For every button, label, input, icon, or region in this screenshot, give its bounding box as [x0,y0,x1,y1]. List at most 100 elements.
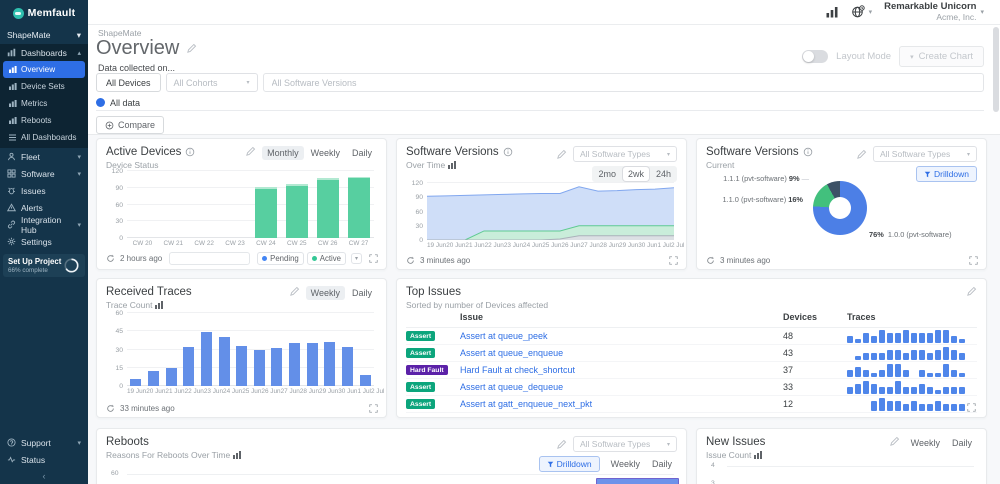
reboot-bar[interactable] [596,478,679,484]
sidebar-item-alerts[interactable]: Alerts [0,199,88,216]
bar-20-jun[interactable] [148,313,159,386]
software-types-select[interactable]: All Software Types ▾ [873,146,977,162]
bar-22-jun[interactable] [183,313,194,386]
info-icon[interactable] [803,147,813,157]
drilldown-button[interactable]: Drilldown [916,166,977,182]
bar-cw-21[interactable] [162,171,184,238]
expand-icon[interactable] [369,404,378,413]
sidebar-item-fleet[interactable]: Fleet▾ [0,148,88,165]
bar-19-jun[interactable] [130,313,141,386]
sidebar-item-dashboards[interactable]: Dashboards ▴ [0,44,88,61]
range-2wk-button[interactable]: 2wk [623,167,649,181]
bar-30-jun[interactable] [324,313,335,386]
edit-chart-icon[interactable] [245,146,256,157]
sidebar-item-overview[interactable]: Overview [3,61,85,78]
edit-chart-icon[interactable] [889,436,900,447]
scrollbar[interactable] [993,27,999,482]
all-data-radio[interactable] [96,98,105,107]
bar-26-jun[interactable] [254,313,265,386]
edit-chart-icon[interactable] [856,149,867,160]
compare-button[interactable]: Compare [96,116,164,134]
range-daily-button[interactable]: Daily [947,436,977,450]
globe-clock-icon[interactable] [851,5,865,19]
range-daily-button[interactable]: Daily [647,457,677,471]
range-24h-button[interactable]: 24h [651,167,676,181]
sidebar-item-label: Fleet [21,152,40,162]
sidebar-item-metrics[interactable]: Metrics [3,95,85,112]
expand-icon[interactable] [369,254,378,263]
bar-2-jul[interactable] [360,313,371,386]
app-logo[interactable]: Memfault [0,0,88,26]
create-chart-button[interactable]: ▾ Create Chart [899,46,984,67]
range-daily-button[interactable]: Daily [347,146,377,160]
bar-cw-27[interactable] [348,171,370,238]
cohorts-select[interactable]: All Cohorts ▾ [166,73,258,92]
bar-cw-20[interactable] [131,171,153,238]
drilldown-button[interactable]: Drilldown [539,456,600,472]
chevron-down-icon: ▾ [667,441,670,448]
range-weekly-button[interactable]: Weekly [606,457,645,471]
info-icon[interactable] [185,147,195,157]
range-weekly-button[interactable]: Weekly [906,436,945,450]
edit-chart-icon[interactable] [966,286,977,297]
bar-cw-23[interactable] [224,171,246,238]
issue-link[interactable]: Assert at queue_dequeue [460,382,783,392]
bar-28-jun[interactable] [289,313,300,386]
bar-29-jun[interactable] [307,313,318,386]
issue-link[interactable]: Assert at queue_peek [460,331,783,341]
project-selector[interactable]: ShapeMate ▾ [0,26,88,44]
expand-icon[interactable] [967,403,976,412]
bar-cw-26[interactable] [317,171,339,238]
range-weekly-button[interactable]: Weekly [306,146,345,160]
range-2mo-button[interactable]: 2mo [593,167,621,181]
sidebar-item-issues[interactable]: Issues [0,182,88,199]
info-icon[interactable] [503,147,513,157]
refresh-icon[interactable] [106,254,115,263]
legend-more-button[interactable]: ▾ [351,253,362,264]
issue-link[interactable]: Assert at gatt_enqueue_next_pkt [460,399,783,409]
sidebar-item-settings[interactable]: Settings [0,233,88,250]
sidebar-item-all-dashboards[interactable]: All Dashboards [3,129,85,146]
bar-cw-22[interactable] [193,171,215,238]
refresh-icon[interactable] [706,256,715,265]
bar-23-jun[interactable] [201,313,212,386]
refresh-icon[interactable] [106,404,115,413]
software-types-select[interactable]: All Software Types ▾ [573,146,677,162]
sidebar-collapse-button[interactable]: ‹ [0,469,88,482]
expand-icon[interactable] [669,256,678,265]
range-monthly-button[interactable]: Monthly [262,146,304,160]
sidebar-item-support[interactable]: Support▾ [0,434,88,451]
bar-25-jun[interactable] [236,313,247,386]
sidebar-item-reboots[interactable]: Reboots [3,112,85,129]
all-devices-button[interactable]: All Devices [96,73,161,92]
bar-1-jul[interactable] [342,313,353,386]
edit-title-icon[interactable] [186,43,197,54]
bar-24-jun[interactable] [219,313,230,386]
layout-mode-toggle[interactable] [802,50,828,63]
bar-21-jun[interactable] [166,313,177,386]
setup-project[interactable]: Set Up Project 66% complete [3,254,85,277]
legend-chip-pending[interactable]: Pending [257,252,304,265]
bar-cw-25[interactable] [286,171,308,238]
org-selector[interactable]: Remarkable Unicorn Acme, Inc. [884,2,976,23]
sidebar-item-status[interactable]: Status [0,451,88,468]
sidebar-item-software[interactable]: Software▾ [0,165,88,182]
edit-chart-icon[interactable] [556,149,567,160]
sidebar-item-device-sets[interactable]: Device Sets [3,78,85,95]
range-daily-button[interactable]: Daily [347,286,377,300]
refresh-icon[interactable] [406,256,415,265]
stats-icon[interactable] [825,5,839,19]
series-filter-input[interactable] [169,252,250,265]
bar-cw-24[interactable] [255,171,277,238]
issue-link[interactable]: Hard Fault at check_shortcut [460,365,783,375]
issue-link[interactable]: Assert at queue_enqueue [460,348,783,358]
sidebar-item-integration-hub[interactable]: Integration Hub▾ [0,216,88,233]
legend-chip-active[interactable]: Active [307,252,346,265]
expand-icon[interactable] [969,256,978,265]
bar-27-jun[interactable] [271,313,282,386]
range-weekly-button[interactable]: Weekly [306,286,345,300]
edit-chart-icon[interactable] [556,439,567,450]
software-versions-input[interactable] [263,73,984,92]
software-types-select[interactable]: All Software Types ▾ [573,436,677,452]
edit-chart-icon[interactable] [289,286,300,297]
